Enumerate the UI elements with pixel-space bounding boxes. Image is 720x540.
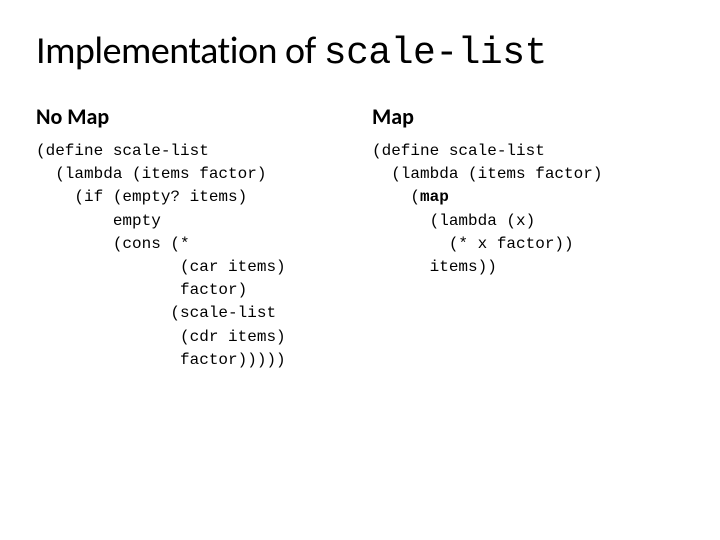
content-columns: No Map (define scale-list (lambda (items… — [36, 103, 684, 372]
right-column: Map (define scale-list (lambda (items fa… — [372, 103, 684, 372]
title-prefix: Implementation of — [36, 28, 324, 74]
left-column: No Map (define scale-list (lambda (items… — [36, 103, 348, 372]
left-code-block: (define scale-list (lambda (items factor… — [36, 140, 348, 372]
right-code-block: (define scale-list (lambda (items factor… — [372, 140, 684, 279]
slide-title: Implementation of scale-list — [36, 28, 684, 75]
right-heading: Map — [372, 103, 684, 130]
left-heading: No Map — [36, 103, 348, 130]
title-code: scale-list — [324, 32, 547, 75]
